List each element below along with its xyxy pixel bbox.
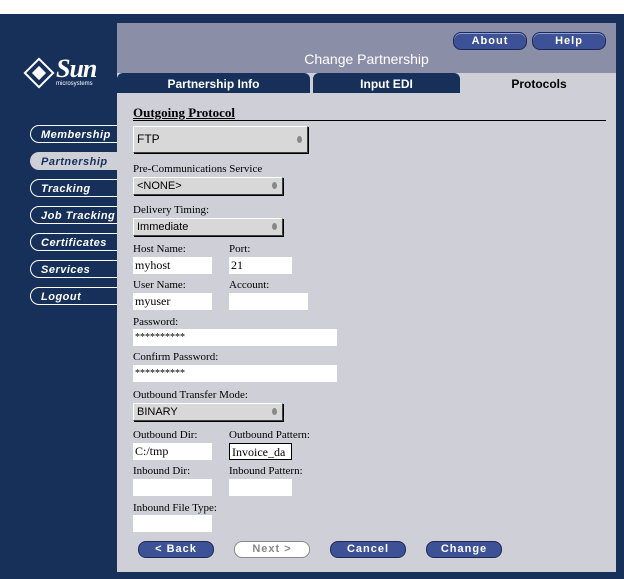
sidebar-item-job-tracking[interactable]: Job Tracking	[30, 206, 118, 224]
help-button[interactable]: Help	[532, 32, 606, 50]
delivery-timing-select-value: Immediate	[137, 221, 189, 233]
sun-diamond-icon	[23, 57, 55, 89]
protocol-select[interactable]: FTP	[133, 126, 308, 153]
section-title: Outgoing Protocol	[133, 105, 235, 120]
port-input[interactable]: 21	[229, 257, 292, 274]
cancel-button[interactable]: Cancel	[330, 541, 406, 558]
delivery-timing-label: Delivery Timing:	[133, 204, 210, 216]
host-name-input[interactable]: myhost	[133, 257, 212, 274]
user-name-label: User Name:	[133, 279, 186, 291]
confirm-password-input[interactable]: **********	[133, 365, 337, 382]
change-button[interactable]: Change	[426, 541, 502, 558]
user-name-input[interactable]: myuser	[133, 293, 212, 310]
sidebar-item-services[interactable]: Services	[30, 260, 118, 278]
pre-comm-select[interactable]: <NONE>	[133, 177, 283, 195]
password-input[interactable]: **********	[133, 329, 337, 346]
tab-partnership-info[interactable]: Partnership Info	[117, 73, 310, 93]
sidebar-item-logout[interactable]: Logout	[30, 287, 118, 305]
protocol-select-value: FTP	[137, 132, 160, 146]
sidebar-item-partnership[interactable]: Partnership	[30, 152, 118, 170]
password-label: Password:	[133, 316, 179, 328]
inbound-dir-input[interactable]	[133, 479, 212, 496]
transfer-mode-select[interactable]: BINARY	[133, 403, 283, 421]
port-label: Port:	[229, 243, 251, 255]
pre-comm-select-value: <NONE>	[137, 180, 182, 192]
sidebar-item-tracking[interactable]: Tracking	[30, 179, 118, 197]
outbound-pattern-input[interactable]: Invoice_da	[229, 443, 292, 460]
sun-logo: Sun microsystems	[23, 54, 106, 90]
brand-tagline: microsystems	[56, 81, 93, 87]
top-strip	[0, 0, 624, 14]
inbound-dir-label: Inbound Dir:	[133, 465, 191, 477]
confirm-password-label: Confirm Password:	[133, 351, 219, 363]
back-button[interactable]: < Back	[138, 541, 214, 558]
panel-header: Change Partnership About Help	[117, 23, 616, 73]
account-input[interactable]	[229, 293, 308, 310]
outbound-dir-label: Outbound Dir:	[133, 429, 198, 441]
about-button[interactable]: About	[453, 32, 527, 50]
dropdown-arrow-icon	[272, 223, 277, 230]
host-name-label: Host Name:	[133, 243, 186, 255]
dropdown-arrow-icon	[272, 408, 277, 415]
section-divider	[133, 120, 606, 121]
outbound-dir-input[interactable]: C:/tmp	[133, 443, 212, 460]
dropdown-arrow-icon	[297, 135, 302, 143]
tab-input-edi[interactable]: Input EDI	[313, 73, 460, 93]
transfer-mode-label: Outbound Transfer Mode:	[133, 389, 248, 401]
inbound-file-type-label: Inbound File Type:	[133, 502, 217, 514]
sidebar-item-certificates[interactable]: Certificates	[30, 233, 118, 251]
delivery-timing-select[interactable]: Immediate	[133, 218, 283, 236]
tab-protocols[interactable]: Protocols	[462, 73, 616, 93]
dropdown-arrow-icon	[272, 182, 277, 189]
next-button[interactable]: Next >	[234, 541, 310, 558]
brand-name: Sun	[56, 54, 97, 83]
account-label: Account:	[229, 279, 270, 291]
outbound-pattern-label: Outbound Pattern:	[229, 429, 310, 441]
main-panel: Change Partnership About Help Partnershi…	[117, 23, 616, 572]
inbound-pattern-input[interactable]	[229, 479, 292, 496]
page-title: Change Partnership	[304, 51, 429, 67]
sidebar-item-membership[interactable]: Membership	[30, 125, 118, 143]
pre-comm-label: Pre-Communications Service	[133, 163, 263, 175]
inbound-pattern-label: Inbound Pattern:	[229, 465, 303, 477]
transfer-mode-select-value: BINARY	[137, 406, 178, 418]
inbound-file-type-input[interactable]	[133, 515, 212, 532]
